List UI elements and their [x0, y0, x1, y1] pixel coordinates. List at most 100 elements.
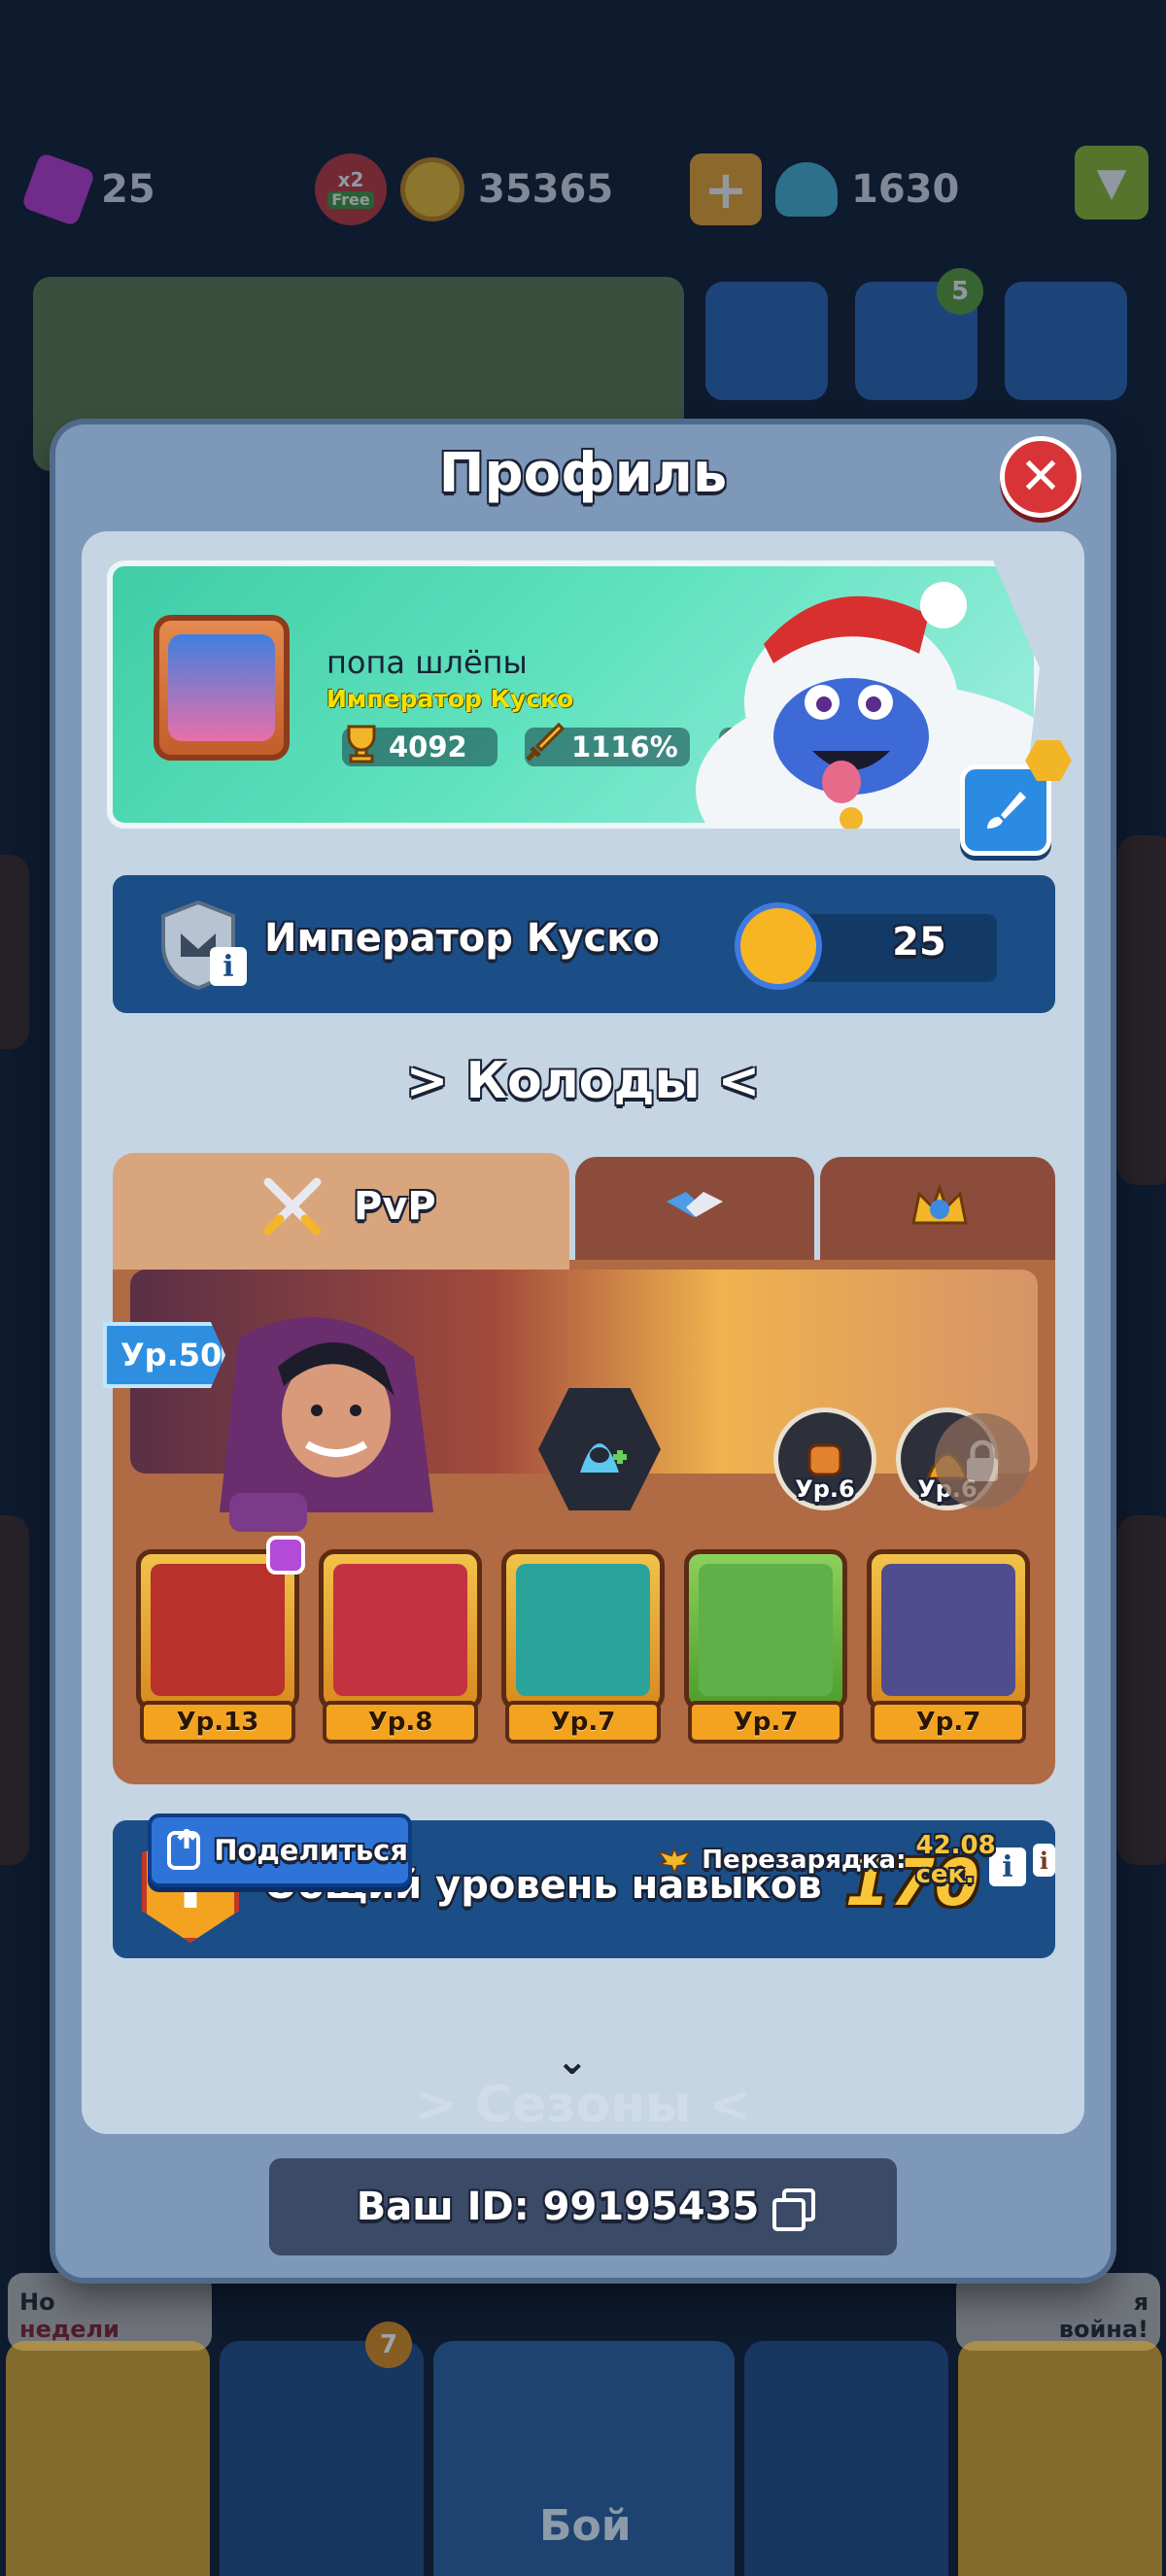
close-button[interactable]: ✕ — [1000, 436, 1081, 518]
tab-pvp[interactable]: PvP — [113, 1153, 569, 1270]
water-elemental-image — [516, 1564, 650, 1696]
coins-counter[interactable]: x2 Free 35365 — [315, 146, 613, 233]
player-name: попа шлёпы — [326, 644, 528, 681]
player-card: попа шлёпы Император Куско 4092 1116% 21… — [107, 560, 1040, 829]
x2-boost-icon[interactable]: x2 Free — [315, 153, 387, 225]
deck-card-2[interactable]: Ур.8 — [319, 1549, 482, 1753]
tab-coop[interactable] — [575, 1157, 814, 1264]
portal-icon[interactable]: 5 — [855, 268, 983, 400]
info-icon[interactable]: i — [210, 947, 247, 986]
copy-icon[interactable] — [772, 2188, 816, 2231]
title-level: 25 — [892, 920, 946, 965]
player-id-label: Ваш ID: 99195435 — [356, 2185, 760, 2229]
player-id-bar[interactable]: Ваш ID: 99195435 — [269, 2158, 897, 2255]
seasons-heading-label: Сезоны — [474, 2076, 692, 2134]
share-button[interactable]: Поделиться — [148, 1813, 412, 1887]
bubble-right-line1: я — [1133, 2288, 1149, 2316]
close-icon: ✕ — [1019, 448, 1062, 506]
side-left-decoration-2 — [0, 1515, 29, 1865]
side-right-decoration-2 — [1117, 1515, 1166, 1865]
recharge-info-icon[interactable]: i — [1032, 1844, 1055, 1877]
edit-profile-button[interactable] — [960, 740, 1072, 856]
winrate-value: 1116% — [571, 730, 678, 763]
nav-clan-tab[interactable] — [744, 2341, 948, 2576]
chevron-down-icon[interactable]: ▼ — [1075, 146, 1149, 220]
seasons-chevron-right-icon: > — [415, 2076, 458, 2134]
handshake-icon — [667, 1192, 723, 1217]
resource-bar: 25 x2 Free 35365 + 1630 ▼ — [0, 146, 1166, 233]
nav-chest-tab[interactable] — [6, 2341, 210, 2576]
card-1-level: Ур.13 — [140, 1701, 295, 1744]
deck-panel: PvP Ур.50 Ур.6 Ур.13 Ур.8 Ур.7 Ур.7 Ур.7… — [103, 1153, 1055, 1889]
fight-label: Бой — [539, 2501, 632, 2551]
deck-body: Ур.50 Ур.6 Ур.13 Ур.8 Ур.7 Ур.7 Ур.7 — [103, 1260, 1055, 1784]
talent-gem-icon — [266, 1536, 305, 1575]
title-bar[interactable]: i Император Куско 25 — [113, 875, 1055, 1013]
nav-cards-tab[interactable]: 7 — [220, 2322, 424, 2576]
share-icon — [167, 1829, 201, 1870]
gems-counter[interactable]: 25 — [20, 146, 155, 233]
avatar-image — [168, 634, 275, 741]
seasons-heading: > Сезоны < — [82, 2076, 1084, 2134]
lock-icon — [967, 1440, 998, 1481]
free-label: Free — [327, 191, 374, 209]
card-5-frame — [867, 1549, 1030, 1711]
card-3-level: Ур.7 — [505, 1701, 661, 1744]
recharge-info: Перезарядка: 42.08 сек. i — [657, 1831, 1055, 1889]
profile-content[interactable]: попа шлёпы Император Куско 4092 1116% 21… — [82, 531, 1084, 2134]
event-bubble-right: я война! — [956, 2273, 1160, 2351]
seasons-chevron-left-icon: < — [708, 2076, 751, 2134]
hero-figure-image[interactable] — [200, 1299, 453, 1590]
tab-tournament[interactable] — [820, 1157, 1055, 1264]
chevron-left-icon: < — [717, 1052, 761, 1110]
portal-badge: 5 — [937, 268, 983, 315]
gem-icon — [20, 152, 96, 227]
crossed-swords-icon — [263, 1177, 322, 1236]
gems-value: 25 — [101, 167, 155, 212]
deck-card-1[interactable]: Ур.13 — [136, 1536, 305, 1753]
recharge-value: 42.08 сек. — [915, 1831, 996, 1889]
coins-value: 35365 — [478, 167, 614, 212]
talent-1-level: Ур.6 — [795, 1475, 855, 1503]
side-right-decoration — [1117, 835, 1166, 1185]
card-4-frame — [684, 1549, 847, 1711]
event-bubble-left: Но недели — [8, 2273, 212, 2351]
potion-icon — [775, 162, 838, 217]
potions-counter[interactable]: + 1630 — [690, 146, 959, 233]
deck-card-3[interactable]: Ур.7 — [501, 1549, 665, 1753]
card-5-level: Ур.7 — [871, 1701, 1026, 1744]
locked-slot[interactable] — [935, 1413, 1030, 1508]
trophy-icon — [334, 716, 389, 770]
avatar[interactable] — [154, 615, 290, 761]
deck-card-5[interactable]: Ур.7 — [867, 1549, 1030, 1753]
side-left-decoration — [0, 855, 29, 1049]
tournament-crown-icon — [911, 1183, 968, 1225]
medal-icon — [735, 902, 822, 990]
hooded-figure-icon — [580, 1443, 627, 1473]
profile-modal: Профиль ✕ попа шлёпы Император Куско 409… — [55, 424, 1111, 2278]
share-label: Поделиться — [214, 1834, 408, 1867]
add-resources-button[interactable]: + — [690, 153, 762, 225]
fire-mage-image — [151, 1564, 285, 1696]
jester-image — [333, 1564, 467, 1696]
nav-events-tab[interactable] — [958, 2341, 1162, 2576]
potions-value: 1630 — [851, 167, 960, 212]
winrate-stat: 1116% — [525, 722, 690, 766]
bubble-left-line1: Но — [19, 2288, 55, 2316]
eagle-icon — [657, 1847, 693, 1876]
x2-label: x2 — [337, 168, 364, 191]
cards-badge: 7 — [365, 2322, 412, 2368]
coin-icon — [400, 157, 464, 221]
bubble-left-line2: недели — [19, 2316, 120, 2343]
quests-icon[interactable] — [705, 282, 828, 400]
brush-icon — [987, 792, 1026, 829]
decks-heading: > Колоды < — [82, 1052, 1084, 1110]
notification-hex — [1025, 740, 1072, 781]
chevron-right-icon: > — [405, 1052, 449, 1110]
decks-heading-label: Колоды — [465, 1052, 701, 1110]
trophies-value: 4092 — [389, 730, 467, 763]
recharge-label: Перезарядка: — [702, 1846, 907, 1875]
menu-icon[interactable] — [1005, 282, 1127, 400]
tab-pvp-label: PvP — [354, 1184, 436, 1229]
deck-card-4[interactable]: Ур.7 — [684, 1549, 847, 1753]
